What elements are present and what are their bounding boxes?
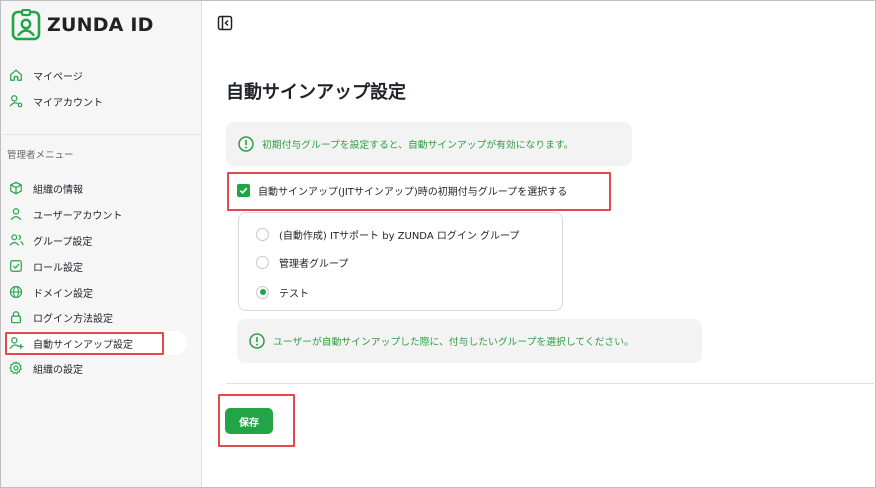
sidebar-item-label: ユーザーアカウント (33, 210, 123, 222)
sidebar-divider (2, 134, 202, 135)
sidebar-item-org-settings[interactable]: 組織の設定 (5, 356, 187, 380)
home-icon (8, 67, 24, 83)
user-settings-icon (8, 93, 24, 109)
info-icon (238, 136, 254, 152)
jit-signup-checkbox[interactable] (237, 183, 250, 197)
cube-icon (8, 180, 24, 196)
sidebar-item-domains[interactable]: ドメイン設定 (5, 280, 187, 304)
globe-icon (8, 284, 24, 300)
jit-signup-checkbox-row[interactable]: 自動サインアップ(JITサインアップ)時の初期付与グループを選択する (237, 181, 567, 199)
page-title: 自動サインアップ設定 (226, 82, 406, 103)
sidebar-item-org-info[interactable]: 組織の情報 (5, 176, 187, 200)
sidebar-item-myaccount[interactable]: マイアカウント (5, 89, 187, 113)
content-divider (226, 383, 876, 384)
user-icon (8, 206, 24, 222)
sidebar-item-label: ロール設定 (33, 262, 83, 274)
info-banner-top: 初期付与グループを設定すると、自動サインアップが有効になります。 (226, 122, 632, 166)
save-button[interactable]: 保存 (225, 408, 273, 434)
group-radio[interactable] (256, 255, 269, 269)
sidebar-item-label: マイアカウント (33, 97, 103, 109)
group-option-label: (自動作成) ITサポート by ZUNDA ログイン グループ (279, 230, 520, 242)
sidebar-item-label: マイページ (33, 71, 83, 83)
user-plus-icon (8, 335, 24, 351)
group-radio[interactable] (256, 227, 269, 241)
gear-icon (8, 360, 24, 376)
checkbox-icon (8, 258, 24, 274)
sidebar-item-label: 自動サインアップ設定 (33, 339, 133, 351)
sidebar-collapse-icon (217, 15, 233, 31)
sidebar-item-groups[interactable]: グループ設定 (5, 228, 187, 252)
sidebar-item-label: ログイン方法設定 (33, 313, 113, 325)
sidebar-item-user-accounts[interactable]: ユーザーアカウント (5, 202, 187, 226)
users-icon (8, 232, 24, 248)
info-icon (249, 333, 265, 349)
group-option[interactable]: テスト (256, 283, 309, 301)
sidebar-item-label: 組織の情報 (33, 184, 83, 196)
sidebar-item-roles[interactable]: ロール設定 (5, 254, 187, 278)
logo-badge-icon (11, 9, 41, 41)
group-radio-selected[interactable] (256, 285, 269, 299)
admin-section-label: 管理者メニュー (7, 150, 74, 161)
group-option[interactable]: (自動作成) ITサポート by ZUNDA ログイン グループ (256, 225, 519, 243)
group-radio-list: (自動作成) ITサポート by ZUNDA ログイン グループ 管理者グループ… (238, 212, 563, 311)
sidebar-toggle-button[interactable] (216, 14, 234, 32)
app-name: ZUNDA ID (47, 14, 154, 36)
info-banner-bottom: ユーザーが自動サインアップした際に、付与したいグループを選択してください。 (237, 319, 702, 363)
sidebar-item-label: 組織の設定 (33, 364, 83, 376)
lock-icon (8, 309, 24, 325)
group-option[interactable]: 管理者グループ (256, 253, 348, 271)
group-option-label: テスト (279, 288, 309, 300)
sidebar: ZUNDA ID マイページ マイアカウント 管理者メニュー 組織の情報 ユーザ… (1, 1, 202, 487)
sidebar-item-label: ドメイン設定 (33, 288, 93, 300)
info-banner-text: ユーザーが自動サインアップした際に、付与したいグループを選択してください。 (273, 337, 634, 348)
app-logo[interactable]: ZUNDA ID (11, 9, 154, 41)
sidebar-item-label: グループ設定 (33, 236, 93, 248)
group-option-label: 管理者グループ (279, 258, 349, 270)
jit-signup-checkbox-label: 自動サインアップ(JITサインアップ)時の初期付与グループを選択する (258, 186, 568, 198)
sidebar-item-mypage[interactable]: マイページ (5, 63, 187, 87)
sidebar-item-auto-signup[interactable]: 自動サインアップ設定 (5, 331, 187, 355)
info-banner-text: 初期付与グループを設定すると、自動サインアップが有効になります。 (262, 140, 574, 151)
sidebar-item-login-methods[interactable]: ログイン方法設定 (5, 305, 187, 329)
